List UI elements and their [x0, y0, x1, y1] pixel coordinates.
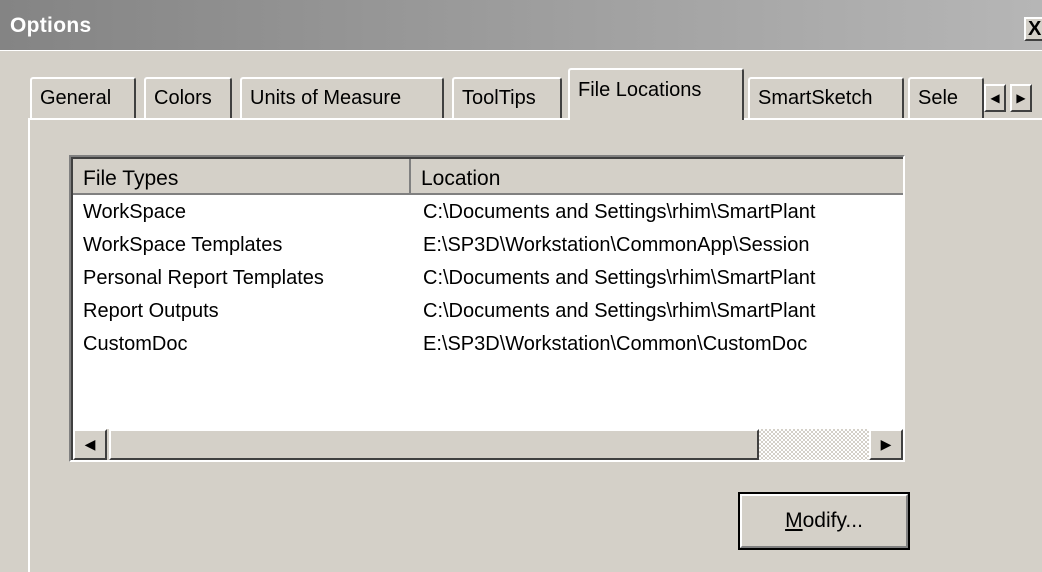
scroll-left-button[interactable]: ◀ [73, 429, 107, 460]
list-item[interactable]: WorkSpace C:\Documents and Settings\rhim… [83, 201, 903, 234]
scroll-right-button[interactable]: ▶ [869, 429, 903, 460]
tab-scroll-right-button[interactable]: ▶ [1010, 84, 1032, 112]
file-type-cell: Report Outputs [83, 300, 219, 322]
tab-label: SmartSketch [758, 87, 873, 109]
location-cell: E:\SP3D\Workstation\CommonApp\Session [423, 234, 810, 256]
file-type-cell: WorkSpace Templates [83, 234, 283, 256]
tab-file-locations[interactable]: File Locations [568, 68, 744, 120]
tab-label: Sele [918, 87, 959, 109]
location-cell: C:\Documents and Settings\rhim\SmartPlan… [423, 267, 816, 289]
tab-label: Units of Measure [250, 87, 402, 109]
list-item[interactable]: CustomDoc E:\SP3D\Workstation\Common\Cus… [83, 333, 903, 366]
list-frame: File Types Location WorkSpace C:\Documen… [71, 157, 903, 460]
modify-mnemonic: M [785, 509, 803, 532]
modify-button[interactable]: Modify... [738, 492, 910, 550]
arrow-right-icon: ▶ [1016, 91, 1026, 105]
file-type-cell: Personal Report Templates [83, 267, 324, 289]
modify-label: odify... [802, 509, 863, 532]
file-type-cell: CustomDoc [83, 333, 188, 355]
column-header-location[interactable]: Location [411, 159, 903, 195]
file-locations-list[interactable]: File Types Location WorkSpace C:\Documen… [69, 155, 905, 462]
scrollbar-thumb[interactable] [109, 429, 759, 460]
tab-tooltips[interactable]: ToolTips [452, 77, 562, 120]
column-header-file-types[interactable]: File Types [73, 159, 411, 195]
close-icon: X [1028, 18, 1042, 40]
location-cell: E:\SP3D\Workstation\Common\CustomDoc [423, 333, 808, 355]
tab-selection[interactable]: Sele [908, 77, 984, 120]
tab-smartsketch[interactable]: SmartSketch [748, 77, 904, 120]
column-header-label: File Types [83, 167, 179, 190]
title-bar[interactable]: Options X [0, 0, 1042, 50]
list-item[interactable]: Personal Report Templates C:\Documents a… [83, 267, 903, 300]
tab-scroll-left-button[interactable]: ◀ [984, 84, 1006, 112]
tab-label: Colors [154, 87, 212, 109]
scrollbar-track[interactable] [759, 429, 879, 460]
list-rows: WorkSpace C:\Documents and Settings\rhim… [83, 201, 903, 366]
location-cell: C:\Documents and Settings\rhim\SmartPlan… [423, 300, 816, 322]
tab-label: File Locations [578, 79, 702, 101]
title-separator [0, 50, 1042, 64]
location-cell: C:\Documents and Settings\rhim\SmartPlan… [423, 201, 816, 223]
modify-button-face: Modify... [740, 494, 908, 548]
options-dialog: Options X General Colors Units of Measur… [0, 0, 1042, 572]
column-header-label: Location [421, 167, 501, 190]
tab-label: General [40, 87, 112, 109]
tab-general[interactable]: General [30, 77, 136, 120]
arrow-right-icon: ▶ [880, 436, 892, 452]
horizontal-scrollbar[interactable]: ◀ ▶ [73, 429, 903, 460]
tab-units-of-measure[interactable]: Units of Measure [240, 77, 444, 120]
close-button[interactable]: X [1024, 17, 1042, 41]
tab-label: ToolTips [462, 87, 536, 109]
window-title: Options [10, 14, 92, 37]
list-item[interactable]: WorkSpace Templates E:\SP3D\Workstation\… [83, 234, 903, 267]
tab-colors[interactable]: Colors [144, 77, 232, 120]
arrow-left-icon: ◀ [990, 91, 1000, 105]
list-item[interactable]: Report Outputs C:\Documents and Settings… [83, 300, 903, 333]
file-type-cell: WorkSpace [83, 201, 187, 223]
arrow-left-icon: ◀ [84, 436, 96, 452]
